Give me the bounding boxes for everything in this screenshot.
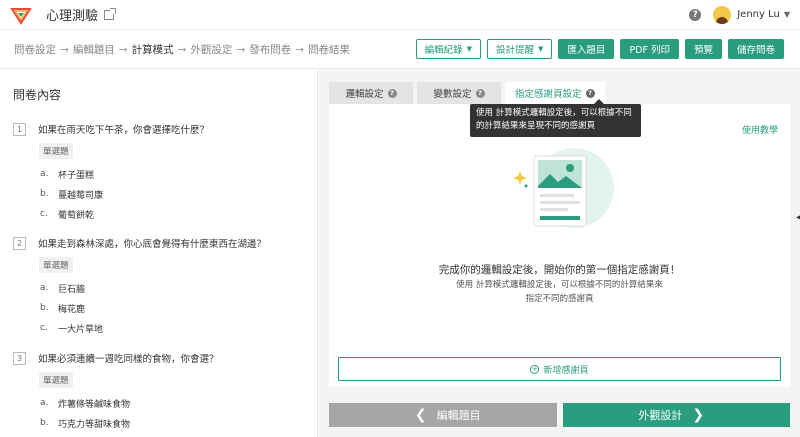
bottom-navigation: ❮ 編輯題目 外觀設計 ❯ [329, 403, 790, 427]
option-letter: c. [40, 323, 48, 333]
empty-state-illustration-icon [513, 148, 614, 228]
option-letter: a. [40, 398, 49, 408]
settings-panel: 邏輯設定? 變數設定? 指定感謝頁設定? 使用 計算模式邏輯設定後，可以根據不同… [319, 70, 800, 437]
question-type-badge: 單選題 [39, 257, 73, 273]
question-text: 如果必須連續一週吃同樣的食物，你會選？ [38, 354, 219, 365]
edit-log-button[interactable]: 編輯紀錄 ▼ [415, 39, 482, 59]
preview-button[interactable]: 預覽 [684, 39, 722, 59]
arrow-icon: → [177, 43, 187, 56]
prev-step-label: 編輯題目 [436, 409, 481, 422]
option-letter: b. [40, 189, 49, 199]
tab-logic-settings[interactable]: 邏輯設定? [329, 82, 413, 104]
option-text: 蔓越莓司康 [58, 190, 104, 201]
chevron-right-icon: ❯ [692, 407, 705, 423]
help-icon[interactable]: ? [387, 88, 397, 98]
step-calculation-mode[interactable]: 計算模式 [132, 42, 174, 57]
question-number: 1 [13, 122, 26, 136]
step-publish[interactable]: 發布問卷 [249, 42, 291, 57]
option-item: b. 梅花鹿 [40, 298, 313, 318]
tooltip: 使用 計算模式邏輯設定後，可以根據不同的計算結果來呈現不同的感謝頁 [470, 99, 641, 137]
thank-you-page-card: 使用教學 完成你的邏輯設定後，開始你的第一個指定感謝頁！ 使用 計算模式邏輯設定… [329, 104, 790, 387]
design-tips-button[interactable]: 設計提醒 ▼ [487, 39, 553, 59]
user-menu-chevron-icon[interactable]: ▼ [784, 10, 790, 19]
option-text: 一大片草地 [58, 324, 104, 335]
question-list-panel: 問卷內容 1 如果在雨天吃下午茶，你會選擇吃什麼？ 單選題 a. 杯子蛋糕 b. 蔓… [0, 70, 318, 437]
option-item: a. 杯子蛋糕 [40, 164, 313, 184]
chevron-down-icon: ▼ [538, 45, 544, 53]
empty-state-description: 使用 計算模式邏輯設定後，可以根據不同的計算結果來指定不同的感謝頁 [456, 280, 663, 304]
add-thank-you-page-button[interactable]: + 新增感謝頁 [338, 357, 781, 381]
arrow-icon: → [295, 43, 305, 56]
option-text: 梅花鹿 [58, 304, 86, 315]
option-letter: a. [40, 283, 49, 293]
external-link-icon[interactable] [104, 7, 117, 20]
panel-title: 問卷內容 [13, 88, 62, 102]
add-button-label: 新增感謝頁 [543, 365, 589, 376]
option-letter: c. [40, 209, 48, 219]
option-letter: b. [40, 418, 49, 428]
option-item: b. 巧克力等甜味食物 [40, 413, 313, 433]
question-number: 3 [13, 351, 26, 365]
option-item: a. 巨石牆 [40, 278, 313, 298]
save-button[interactable]: 儲存問卷 [727, 39, 784, 59]
chevron-left-icon: ❮ [414, 407, 427, 423]
breadcrumb: 問卷設定 → 編輯題目 → 計算模式 → 外觀設定 → 發布問卷 → 問卷結果 [14, 42, 350, 57]
chevron-down-icon: ▼ [466, 45, 473, 53]
tab-thank-you-page-settings[interactable]: 指定感謝頁設定? [505, 82, 605, 104]
plus-circle-icon: + [530, 364, 540, 374]
option-letter: b. [40, 303, 49, 313]
arrow-icon: → [236, 43, 246, 56]
next-step-label: 外觀設計 [638, 409, 683, 422]
tab-label: 變數設定 [433, 89, 472, 100]
step-survey-settings[interactable]: 問卷設定 [14, 42, 56, 57]
option-item: b. 蔓越莓司康 [40, 184, 313, 204]
tutorial-link[interactable]: 使用教學 [742, 123, 778, 136]
tab-label: 指定感謝頁設定 [515, 89, 582, 100]
edit-log-label: 編輯紀錄 [424, 45, 463, 56]
tab-variable-settings[interactable]: 變數設定? [417, 82, 501, 104]
question-text: 如果走到森林深處，你心底會覺得有什麼東西在湖邊？ [38, 239, 267, 250]
option-text: 巨石牆 [58, 284, 86, 295]
import-button[interactable]: 匯入題目 [558, 39, 615, 59]
question-number: 2 [13, 236, 26, 250]
tab-bar: 邏輯設定? 變數設定? 指定感謝頁設定? [329, 82, 605, 104]
empty-state-title: 完成你的邏輯設定後，開始你的第一個指定感謝頁！ [438, 264, 681, 276]
next-step-button[interactable]: 外觀設計 ❯ [562, 403, 790, 427]
step-results[interactable]: 問卷結果 [308, 42, 350, 57]
app-title: 心理測驗 [46, 9, 99, 24]
user-name[interactable]: Jenny Lu [737, 9, 780, 20]
option-item: a. 炸薯條等鹹味食物 [40, 393, 313, 413]
help-icon[interactable]: ? [689, 8, 702, 21]
option-text: 葡萄餅乾 [58, 210, 95, 221]
option-text: 巧克力等甜味食物 [58, 419, 131, 430]
question-type-badge: 單選題 [39, 143, 73, 159]
question-item[interactable]: 3 如果必須連續一週吃同樣的食物，你會選？ 單選題 a. 炸薯條等鹹味食物 b. 巧… [13, 351, 313, 433]
question-item[interactable]: 1 如果在雨天吃下午茶，你會選擇吃什麼？ 單選題 a. 杯子蛋糕 b. 蔓越莓司康 … [13, 122, 313, 224]
tab-label: 邏輯設定 [345, 89, 384, 100]
option-item: c. 葡萄餅乾 [40, 204, 313, 224]
top-bar: 心理測驗 ? Jenny Lu ▼ [0, 0, 800, 30]
arrow-icon: → [60, 43, 69, 56]
question-type-badge: 單選題 [39, 372, 73, 388]
question-text: 如果在雨天吃下午茶，你會選擇吃什麼？ [38, 125, 210, 136]
toolbar: 編輯紀錄 ▼ 設計提醒 ▼ 匯入題目 PDF 列印 預覽 儲存問卷 [415, 39, 784, 59]
option-text: 炸薯條等鹹味食物 [58, 399, 131, 410]
option-letter: a. [40, 169, 49, 179]
pdf-print-button[interactable]: PDF 列印 [620, 39, 679, 59]
collapse-handle-icon[interactable]: ◂ [796, 212, 800, 223]
step-edit-questions[interactable]: 編輯題目 [73, 42, 115, 57]
arrow-icon: → [118, 43, 128, 56]
avatar[interactable] [713, 5, 732, 24]
app-logo-icon[interactable] [10, 4, 32, 26]
steps-bar: 問卷設定 → 編輯題目 → 計算模式 → 外觀設定 → 發布問卷 → 問卷結果 … [0, 31, 800, 69]
help-icon[interactable]: ? [475, 88, 485, 98]
help-icon[interactable]: ? [585, 88, 595, 98]
prev-step-button[interactable]: ❮ 編輯題目 [329, 403, 557, 427]
design-tips-label: 設計提醒 [496, 45, 535, 56]
option-item: c. 一大片草地 [40, 318, 313, 338]
step-appearance[interactable]: 外觀設定 [190, 42, 232, 57]
option-text: 杯子蛋糕 [58, 170, 95, 181]
question-item[interactable]: 2 如果走到森林深處，你心底會覺得有什麼東西在湖邊？ 單選題 a. 巨石牆 b. 梅… [13, 236, 313, 338]
